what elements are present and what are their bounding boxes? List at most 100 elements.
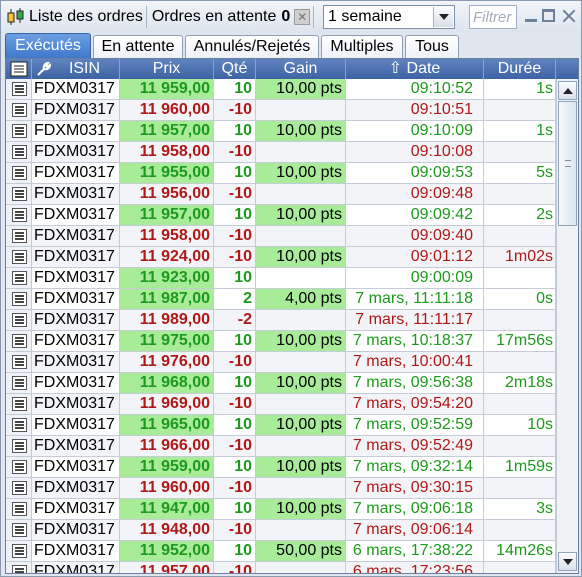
tab-tous[interactable]: Tous xyxy=(405,35,459,58)
table-row[interactable]: FDXM0317 11 956,00 -10 09:09:48 xyxy=(6,184,556,205)
cell-qte: -10 xyxy=(214,436,256,456)
document-icon[interactable] xyxy=(12,124,27,138)
row-detail-button[interactable] xyxy=(6,79,32,99)
row-detail-button[interactable] xyxy=(6,415,32,435)
column-header-gain[interactable]: Gain xyxy=(256,59,346,79)
row-detail-button[interactable] xyxy=(6,457,32,477)
document-icon[interactable] xyxy=(12,334,27,348)
row-detail-button[interactable] xyxy=(6,499,32,519)
document-icon[interactable] xyxy=(12,523,27,537)
period-select[interactable]: 1 semaine xyxy=(323,5,455,29)
table-row[interactable]: FDXM0317 11 955,00 10 10,00 pts 09:09:53 5s xyxy=(6,163,556,184)
row-detail-button[interactable] xyxy=(6,268,32,288)
document-icon[interactable] xyxy=(12,376,27,390)
table-row[interactable]: FDXM0317 11 957,00 10 10,00 pts 09:10:09 1s xyxy=(6,121,556,142)
row-detail-button[interactable] xyxy=(6,541,32,561)
table-row[interactable]: FDXM0317 11 968,00 10 10,00 pts 7 mars, 09:5… xyxy=(6,373,556,394)
cell-date: 09:00:09 xyxy=(346,268,484,288)
table-row[interactable]: FDXM0317 11 923,00 10 09:00:09 xyxy=(6,268,556,289)
table-row[interactable]: FDXM0317 11 948,00 -10 7 mars, 09:06:14 xyxy=(6,520,556,541)
cell-isin: FDXM0317 xyxy=(32,562,120,573)
row-detail-button[interactable] xyxy=(6,163,32,183)
row-detail-button[interactable] xyxy=(6,478,32,498)
column-header-isin[interactable]: ISIN xyxy=(32,59,120,79)
row-detail-button[interactable] xyxy=(6,352,32,372)
document-icon[interactable] xyxy=(12,313,27,327)
tab-executes[interactable]: Exécutés xyxy=(5,33,91,58)
row-detail-button[interactable] xyxy=(6,121,32,141)
document-icon[interactable] xyxy=(12,565,27,573)
document-icon[interactable] xyxy=(12,418,27,432)
document-icon[interactable] xyxy=(12,397,27,411)
document-icon[interactable] xyxy=(12,145,27,159)
maximize-button[interactable] xyxy=(542,9,555,22)
table-row[interactable]: FDXM0317 11 924,00 -10 10,00 pts 09:01:12 1m0… xyxy=(6,247,556,268)
filter-input[interactable] xyxy=(469,5,517,29)
row-detail-button[interactable] xyxy=(6,184,32,204)
document-icon[interactable] xyxy=(12,544,27,558)
tab-multiples[interactable]: Multiples xyxy=(321,35,403,58)
scroll-thumb[interactable] xyxy=(558,101,577,226)
document-icon[interactable] xyxy=(12,82,27,96)
minimize-button[interactable] xyxy=(523,8,539,24)
table-row[interactable]: FDXM0317 11 987,00 2 4,00 pts 7 mars, 11:11:… xyxy=(6,289,556,310)
table-row[interactable]: FDXM0317 11 958,00 -10 09:09:40 xyxy=(6,226,556,247)
document-icon[interactable] xyxy=(12,439,27,453)
table-row[interactable]: FDXM0317 11 989,00 -2 7 mars, 11:11:17 xyxy=(6,310,556,331)
column-header-date[interactable]: ⇧ Date xyxy=(346,59,484,79)
table-row[interactable]: FDXM0317 11 952,00 10 50,00 pts 6 mars, 17:3… xyxy=(6,541,556,562)
document-icon[interactable] xyxy=(12,103,27,117)
document-icon[interactable] xyxy=(12,292,27,306)
document-icon[interactable] xyxy=(12,166,27,180)
vertical-scrollbar[interactable] xyxy=(556,79,578,573)
document-icon[interactable] xyxy=(12,187,27,201)
chevron-down-icon[interactable] xyxy=(433,7,453,27)
table-row[interactable]: FDXM0317 11 957,00 -10 6 mars, 17:23:56 xyxy=(6,562,556,573)
table-row[interactable]: FDXM0317 11 959,00 10 10,00 pts 09:10:52 1s xyxy=(6,79,556,100)
document-icon[interactable] xyxy=(12,229,27,243)
row-detail-button[interactable] xyxy=(6,373,32,393)
table-row[interactable]: FDXM0317 11 959,00 10 10,00 pts 7 mars, 09:3… xyxy=(6,457,556,478)
table-row[interactable]: FDXM0317 11 976,00 -10 7 mars, 10:00:41 xyxy=(6,352,556,373)
clear-pending-button[interactable]: ✕ xyxy=(294,9,311,25)
row-menu-header[interactable] xyxy=(6,59,32,79)
table-row[interactable]: FDXM0317 11 965,00 10 10,00 pts 7 mars, 09:5… xyxy=(6,415,556,436)
row-detail-button[interactable] xyxy=(6,520,32,540)
document-icon[interactable] xyxy=(12,355,27,369)
document-icon[interactable] xyxy=(12,250,27,264)
column-header-duree[interactable]: Durée xyxy=(484,59,556,79)
table-row[interactable]: FDXM0317 11 947,00 10 10,00 pts 7 mars, 09:0… xyxy=(6,499,556,520)
document-icon[interactable] xyxy=(12,460,27,474)
row-detail-button[interactable] xyxy=(6,562,32,573)
sort-arrow-up-icon: ⇧ xyxy=(388,60,403,77)
close-button[interactable] xyxy=(561,8,577,24)
row-detail-button[interactable] xyxy=(6,247,32,267)
document-icon[interactable] xyxy=(12,502,27,516)
row-detail-button[interactable] xyxy=(6,205,32,225)
scroll-down-button[interactable] xyxy=(558,552,577,571)
table-row[interactable]: FDXM0317 11 957,00 10 10,00 pts 09:09:42 2s xyxy=(6,205,556,226)
table-row[interactable]: FDXM0317 11 969,00 -10 7 mars, 09:54:20 xyxy=(6,394,556,415)
tab-annules-rejetes[interactable]: Annulés/Rejetés xyxy=(185,35,319,58)
scroll-up-button[interactable] xyxy=(558,81,577,100)
row-detail-button[interactable] xyxy=(6,436,32,456)
document-icon[interactable] xyxy=(12,208,27,222)
table-row[interactable]: FDXM0317 11 960,00 -10 09:10:51 xyxy=(6,100,556,121)
table-row[interactable]: FDXM0317 11 958,00 -10 09:10:08 xyxy=(6,142,556,163)
row-detail-button[interactable] xyxy=(6,310,32,330)
tab-en-attente[interactable]: En attente xyxy=(93,35,183,58)
table-row[interactable]: FDXM0317 11 960,00 -10 7 mars, 09:30:15 xyxy=(6,478,556,499)
row-detail-button[interactable] xyxy=(6,226,32,246)
row-detail-button[interactable] xyxy=(6,289,32,309)
column-header-prix[interactable]: Prix xyxy=(120,59,214,79)
table-row[interactable]: FDXM0317 11 975,00 10 10,00 pts 7 mars, 10:1… xyxy=(6,331,556,352)
row-detail-button[interactable] xyxy=(6,331,32,351)
table-row[interactable]: FDXM0317 11 966,00 -10 7 mars, 09:52:49 xyxy=(6,436,556,457)
row-detail-button[interactable] xyxy=(6,100,32,120)
document-icon[interactable] xyxy=(12,271,27,285)
row-detail-button[interactable] xyxy=(6,142,32,162)
wrench-icon[interactable] xyxy=(36,61,52,77)
document-icon[interactable] xyxy=(12,481,27,495)
column-header-qte[interactable]: Qté xyxy=(214,59,256,79)
row-detail-button[interactable] xyxy=(6,394,32,414)
